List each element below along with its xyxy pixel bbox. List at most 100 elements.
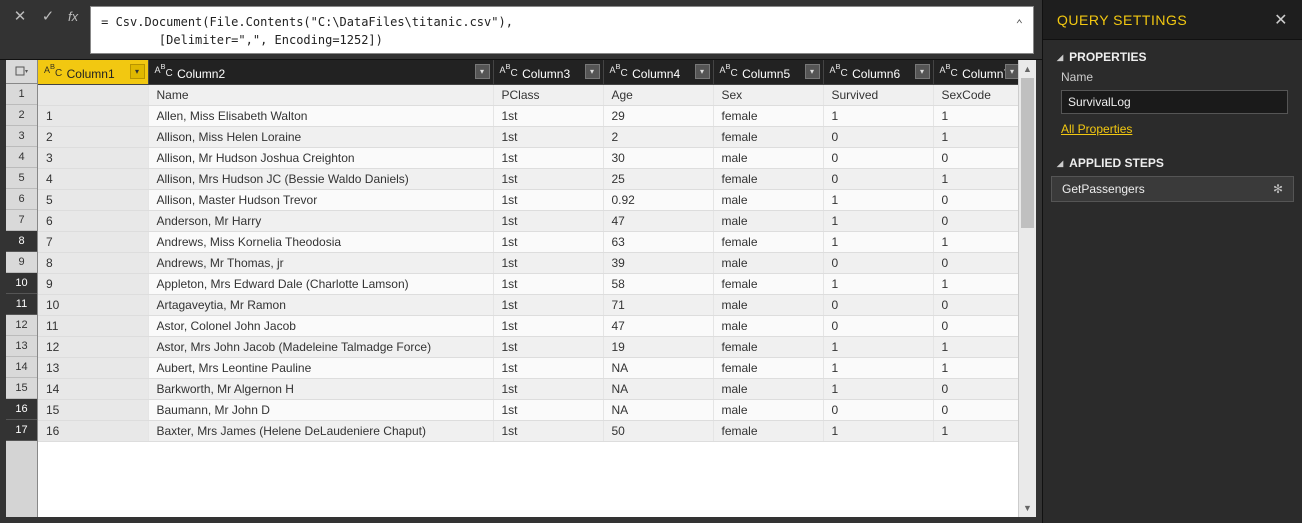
cell[interactable]: male <box>713 189 823 210</box>
row-number[interactable]: 13 <box>6 336 37 357</box>
cell[interactable]: female <box>713 357 823 378</box>
cell[interactable]: male <box>713 147 823 168</box>
cell[interactable]: Allison, Miss Helen Loraine <box>148 126 493 147</box>
table-row[interactable]: 9Appleton, Mrs Edward Dale (Charlotte La… <box>38 273 1018 294</box>
cell[interactable]: Artagaveytia, Mr Ramon <box>148 294 493 315</box>
cell[interactable]: 10 <box>38 294 148 315</box>
cell[interactable]: 0 <box>823 126 933 147</box>
cell[interactable] <box>38 84 148 105</box>
cell[interactable]: Aubert, Mrs Leontine Pauline <box>148 357 493 378</box>
table-row[interactable]: 15Baumann, Mr John D1stNAmale00 <box>38 399 1018 420</box>
cell[interactable]: 0 <box>823 399 933 420</box>
expand-formula-icon[interactable]: ⌃ <box>1016 15 1023 33</box>
cell[interactable]: 0 <box>933 189 1018 210</box>
cell[interactable]: Appleton, Mrs Edward Dale (Charlotte Lam… <box>148 273 493 294</box>
cell[interactable]: male <box>713 315 823 336</box>
cell[interactable]: male <box>713 399 823 420</box>
row-number[interactable]: 6 <box>6 189 37 210</box>
cell[interactable]: male <box>713 294 823 315</box>
table-row[interactable]: 2Allison, Miss Helen Loraine1st2female01 <box>38 126 1018 147</box>
cell[interactable]: 7 <box>38 231 148 252</box>
scroll-track[interactable] <box>1019 78 1036 499</box>
cell[interactable]: 1st <box>493 189 603 210</box>
all-properties-link[interactable]: All Properties <box>1043 122 1302 146</box>
cell[interactable]: Barkworth, Mr Algernon H <box>148 378 493 399</box>
cell[interactable]: 1st <box>493 315 603 336</box>
table-row[interactable]: NamePClassAgeSexSurvivedSexCode <box>38 84 1018 105</box>
column-header-column4[interactable]: ABC Column4▾ <box>603 60 713 84</box>
cell[interactable]: 1 <box>823 357 933 378</box>
vertical-scrollbar[interactable]: ▲ ▼ <box>1018 60 1036 517</box>
cell[interactable]: 47 <box>603 315 713 336</box>
row-number[interactable]: 3 <box>6 126 37 147</box>
cell[interactable]: Andrews, Mr Thomas, jr <box>148 252 493 273</box>
cell[interactable]: 1st <box>493 273 603 294</box>
table-row[interactable]: 1Allen, Miss Elisabeth Walton1st29female… <box>38 105 1018 126</box>
cell[interactable]: 47 <box>603 210 713 231</box>
cell[interactable]: female <box>713 168 823 189</box>
row-number[interactable]: 2 <box>6 105 37 126</box>
row-number[interactable]: 8 <box>6 231 37 252</box>
fx-icon[interactable]: fx <box>62 9 84 24</box>
cell[interactable]: 5 <box>38 189 148 210</box>
formula-input[interactable]: = Csv.Document(File.Contents("C:\DataFil… <box>90 6 1034 54</box>
scroll-thumb[interactable] <box>1021 78 1034 228</box>
cell[interactable]: female <box>713 336 823 357</box>
query-name-input[interactable] <box>1061 90 1288 114</box>
applied-step-getpassengers[interactable]: GetPassengers✻ <box>1051 176 1294 202</box>
cell[interactable]: 0 <box>933 315 1018 336</box>
column-header-column3[interactable]: ABC Column3▾ <box>493 60 603 84</box>
select-all-corner[interactable] <box>6 60 37 84</box>
cell[interactable]: Survived <box>823 84 933 105</box>
cell[interactable]: 1st <box>493 399 603 420</box>
cell[interactable]: male <box>713 210 823 231</box>
column-header-column2[interactable]: ABC Column2▾ <box>148 60 493 84</box>
row-number[interactable]: 17 <box>6 420 37 441</box>
cell[interactable]: 1 <box>933 420 1018 441</box>
cell[interactable]: female <box>713 420 823 441</box>
cell[interactable]: 1 <box>933 273 1018 294</box>
cell[interactable]: Anderson, Mr Harry <box>148 210 493 231</box>
cell[interactable]: Sex <box>713 84 823 105</box>
table-row[interactable]: 6Anderson, Mr Harry1st47male10 <box>38 210 1018 231</box>
column-filter-dropdown[interactable]: ▾ <box>915 64 930 79</box>
row-number[interactable]: 7 <box>6 210 37 231</box>
cell[interactable]: female <box>713 126 823 147</box>
cell[interactable]: female <box>713 231 823 252</box>
cell[interactable]: 1 <box>823 420 933 441</box>
column-header-column5[interactable]: ABC Column5▾ <box>713 60 823 84</box>
cell[interactable]: Age <box>603 84 713 105</box>
column-header-column7[interactable]: ABC Column7▾ <box>933 60 1018 84</box>
column-filter-dropdown[interactable]: ▾ <box>585 64 600 79</box>
cell[interactable]: male <box>713 252 823 273</box>
table-row[interactable]: 13Aubert, Mrs Leontine Pauline1stNAfemal… <box>38 357 1018 378</box>
cell[interactable]: 1st <box>493 147 603 168</box>
row-number[interactable]: 10 <box>6 273 37 294</box>
cell[interactable]: 1 <box>933 336 1018 357</box>
cell[interactable]: 0 <box>933 252 1018 273</box>
close-settings-button[interactable]: ✕ <box>1274 10 1288 30</box>
cell[interactable]: 29 <box>603 105 713 126</box>
cell[interactable]: Astor, Mrs John Jacob (Madeleine Talmadg… <box>148 336 493 357</box>
column-filter-dropdown[interactable]: ▾ <box>1005 64 1019 79</box>
table-row[interactable]: 12Astor, Mrs John Jacob (Madeleine Talma… <box>38 336 1018 357</box>
cell[interactable]: 1st <box>493 336 603 357</box>
row-number[interactable]: 5 <box>6 168 37 189</box>
cell[interactable]: female <box>713 273 823 294</box>
row-number[interactable]: 14 <box>6 357 37 378</box>
cell[interactable]: Name <box>148 84 493 105</box>
cell[interactable]: 0.92 <box>603 189 713 210</box>
cell[interactable]: 1st <box>493 210 603 231</box>
cell[interactable]: 1 <box>823 378 933 399</box>
cell[interactable]: 0 <box>823 252 933 273</box>
cell[interactable]: Allison, Master Hudson Trevor <box>148 189 493 210</box>
cell[interactable]: 1 <box>823 210 933 231</box>
properties-section-header[interactable]: PROPERTIES <box>1043 40 1302 68</box>
table-row[interactable]: 8Andrews, Mr Thomas, jr1st39male00 <box>38 252 1018 273</box>
column-header-column1[interactable]: ABC Column1▾ <box>38 60 148 84</box>
cell[interactable]: PClass <box>493 84 603 105</box>
table-row[interactable]: 14Barkworth, Mr Algernon H1stNAmale10 <box>38 378 1018 399</box>
row-number[interactable]: 9 <box>6 252 37 273</box>
cell[interactable]: 1 <box>823 273 933 294</box>
cell[interactable]: 1st <box>493 378 603 399</box>
